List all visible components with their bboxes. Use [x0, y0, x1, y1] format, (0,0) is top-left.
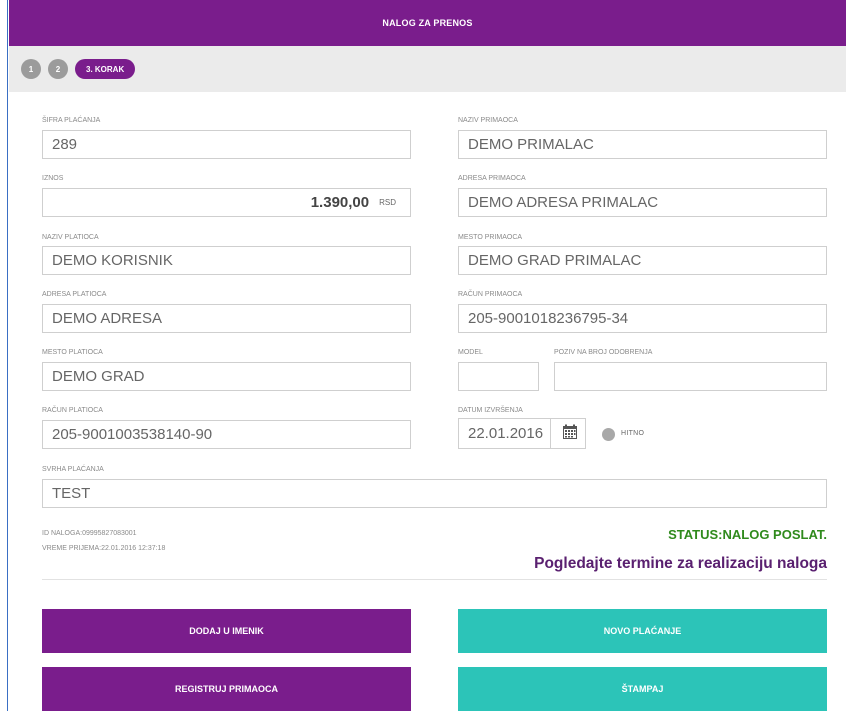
racun-platioca-field[interactable]: 205-9001003538140-90: [42, 420, 411, 449]
iznos-field[interactable]: 1.390,00 RSD: [42, 188, 411, 217]
id-naloga-text: ID NALOGA:09995827083001: [42, 530, 137, 537]
step-2-badge[interactable]: 2: [48, 59, 68, 79]
date-divider: [550, 418, 551, 448]
racun-primaoca-field[interactable]: 205-9001018236795-34: [458, 304, 827, 333]
adresa-primaoca-field[interactable]: DEMO ADRESA PRIMALAC: [458, 188, 827, 217]
page-title: NALOG ZA PRENOS: [382, 18, 473, 28]
mesto-primaoca-field[interactable]: DEMO GRAD PRIMALAC: [458, 246, 827, 275]
status-text: STATUS:NALOG POSLAT.: [668, 527, 827, 542]
iznos-value: 1.390,00: [310, 194, 370, 211]
calendar-icon[interactable]: [562, 424, 578, 440]
hitno-toggle[interactable]: [602, 428, 615, 441]
window-border-right: [846, 0, 857, 711]
vreme-prijema-text: VREME PRIJEMA:22.01.2016 12:37:18: [42, 545, 166, 552]
adresa-platioca-label: ADRESA PLATIOCA: [42, 291, 107, 298]
mesto-platioca-label: MESTO PLATIOCA: [42, 349, 103, 356]
termini-link[interactable]: Pogledajte termine za realizaciju naloga: [534, 555, 827, 573]
iznos-label: IZNOS: [42, 175, 64, 182]
window-border-left: [0, 0, 8, 711]
currency-label: RSD: [379, 198, 396, 207]
step-1-badge[interactable]: 1: [21, 59, 41, 79]
mesto-primaoca-label: MESTO PRIMAOCA: [458, 234, 523, 241]
adresa-platioca-field[interactable]: DEMO ADRESA: [42, 304, 411, 333]
sifra-placanja-field[interactable]: 289: [42, 130, 411, 159]
stampaj-button[interactable]: ŠTAMPAJ: [458, 667, 827, 711]
sifra-placanja-label: ŠIFRA PLAĆANJA: [42, 117, 101, 124]
mesto-platioca-field[interactable]: DEMO GRAD: [42, 362, 411, 391]
poziv-na-broj-field[interactable]: [554, 362, 827, 391]
svrha-placanja-field[interactable]: TEST: [42, 479, 827, 508]
page-header: NALOG ZA PRENOS: [9, 0, 846, 46]
hitno-label: HITNO: [621, 430, 645, 437]
naziv-platioca-field[interactable]: DEMO KORISNIK: [42, 246, 411, 275]
model-label: MODEL: [458, 349, 483, 356]
model-field[interactable]: [458, 362, 539, 391]
datum-izvrsenja-label: DATUM IZVRŠENJA: [458, 407, 523, 414]
svrha-placanja-label: SVRHA PLAĆANJA: [42, 466, 104, 473]
adresa-primaoca-label: ADRESA PRIMAOCA: [458, 175, 526, 182]
naziv-primaoca-field[interactable]: DEMO PRIMALAC: [458, 130, 827, 159]
naziv-primaoca-label: NAZIV PRIMAOCA: [458, 117, 518, 124]
registruj-primaoca-button[interactable]: REGISTRUJ PRIMAOCA: [42, 667, 411, 711]
novo-placanje-button[interactable]: NOVO PLAĆANJE: [458, 609, 827, 653]
poziv-na-broj-label: POZIV NA BROJ ODOBRENJA: [554, 349, 653, 356]
step-bar: 1 2 3. KORAK: [9, 46, 846, 92]
racun-platioca-label: RAČUN PLATIOCA: [42, 407, 103, 414]
step-3-badge-active: 3. KORAK: [75, 59, 136, 79]
divider: [42, 579, 827, 580]
dodaj-u-imenik-button[interactable]: DODAJ U IMENIK: [42, 609, 411, 653]
racun-primaoca-label: RAČUN PRIMAOCA: [458, 291, 523, 298]
naziv-platioca-label: NAZIV PLATIOCA: [42, 234, 99, 241]
